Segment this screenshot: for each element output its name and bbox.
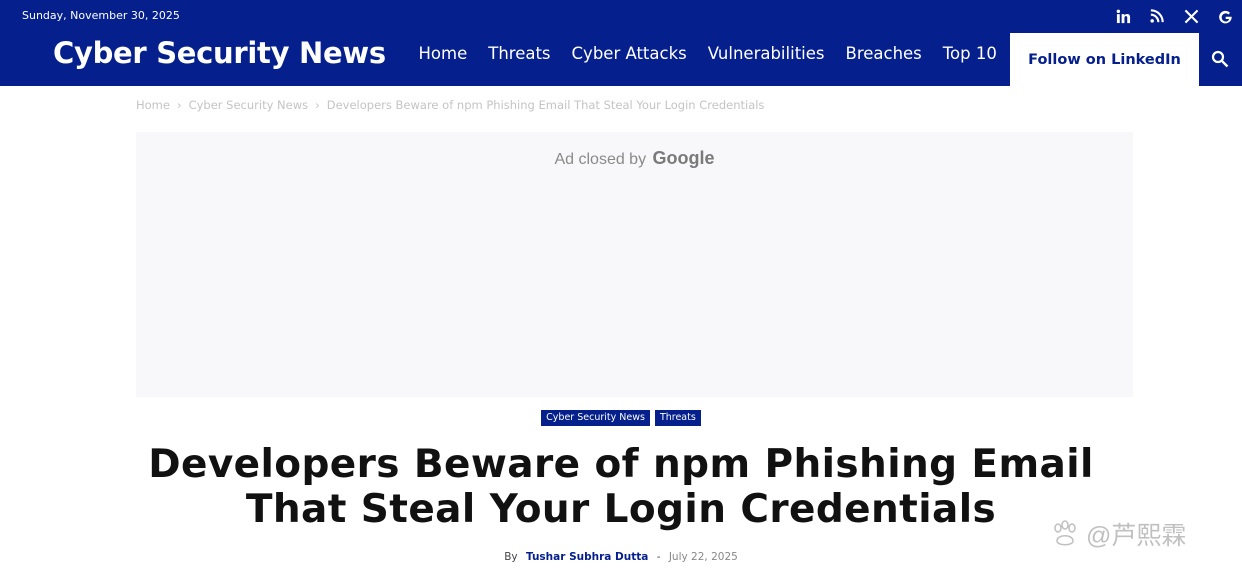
watermark-handle: @芦熙霖	[1086, 522, 1187, 550]
nav-item-home[interactable]: Home	[419, 44, 468, 63]
google-logo: Google	[652, 148, 715, 168]
follow-linkedin-button[interactable]: Follow on LinkedIn	[1010, 33, 1199, 86]
google-icon[interactable]	[1208, 6, 1242, 26]
nav-item-cyber-attacks[interactable]: Cyber Attacks	[572, 44, 687, 63]
site-title[interactable]: Cyber Security News	[53, 36, 386, 70]
article-tags: Cyber Security News Threats	[0, 410, 1242, 426]
byline-by: By	[504, 551, 518, 563]
tag-cyber-security-news[interactable]: Cyber Security News	[541, 410, 650, 426]
author-link[interactable]: Tushar Subhra Dutta	[526, 551, 648, 563]
breadcrumb-category[interactable]: Cyber Security News	[189, 98, 309, 112]
article-title-line-1: Developers Beware of npm Phishing Email	[148, 442, 1094, 487]
site-header: Sunday, November 30, 2025 Cyber Security…	[0, 0, 1242, 86]
main-nav: Home Threats Cyber Attacks Vulnerabiliti…	[408, 44, 1007, 63]
publish-date: July 22, 2025	[668, 551, 738, 563]
ad-closed-text: Ad closed by	[554, 151, 647, 168]
social-links	[1106, 6, 1242, 26]
breadcrumb-home[interactable]: Home	[136, 98, 170, 112]
current-date: Sunday, November 30, 2025	[22, 9, 180, 22]
breadcrumb: Home › Cyber Security News › Developers …	[136, 98, 764, 112]
linkedin-icon[interactable]	[1106, 6, 1140, 26]
paw-logo-icon	[1054, 520, 1076, 546]
chevron-right-icon: ›	[315, 98, 320, 112]
search-icon[interactable]	[1207, 46, 1233, 72]
nav-item-vulnerabilities[interactable]: Vulnerabilities	[708, 44, 825, 63]
watermark: @芦熙霖	[1050, 514, 1230, 554]
nav-item-breaches[interactable]: Breaches	[846, 44, 922, 63]
ad-slot: Ad closed by Google	[136, 132, 1133, 397]
byline-separator: -	[656, 551, 661, 563]
rss-icon[interactable]	[1140, 6, 1174, 26]
tag-threats[interactable]: Threats	[654, 410, 701, 426]
chevron-right-icon: ›	[176, 98, 182, 112]
nav-item-threats[interactable]: Threats	[488, 44, 550, 63]
ad-closed-label: Ad closed by Google	[136, 148, 1133, 169]
x-icon[interactable]	[1174, 6, 1208, 26]
breadcrumb-current: Developers Beware of npm Phishing Email …	[326, 98, 765, 112]
nav-item-top-10[interactable]: Top 10	[943, 44, 997, 63]
